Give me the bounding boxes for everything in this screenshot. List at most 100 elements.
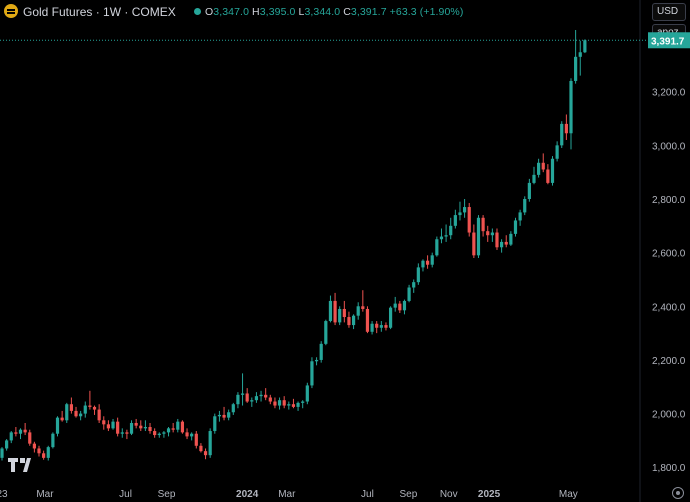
candle-body [273, 401, 277, 406]
candle-body [365, 308, 370, 332]
candle-body [194, 433, 198, 446]
x-tick-label: Jul [119, 489, 132, 500]
candle-body [55, 417, 60, 434]
candle-body [277, 400, 282, 406]
candle-body [9, 432, 13, 441]
candle-body [541, 162, 545, 170]
y-tick-label: 2,000.0 [652, 410, 686, 421]
candle-body [338, 308, 342, 323]
candle-body [500, 241, 504, 248]
candle-body [509, 233, 513, 245]
candle-body [296, 402, 300, 407]
candle-body [171, 428, 175, 430]
candle-body [88, 405, 92, 407]
candle-body [398, 303, 402, 311]
candle-body [203, 451, 208, 456]
candle-body [222, 414, 226, 418]
candle-body [356, 306, 360, 316]
candle-body [472, 232, 476, 256]
candle-body [5, 440, 9, 449]
candle-body [439, 236, 444, 240]
candle-body [14, 432, 18, 434]
candle-body [291, 404, 296, 407]
candle-body [560, 123, 564, 146]
candle-body [481, 217, 485, 232]
candle-body [305, 385, 309, 402]
candle-body [120, 432, 124, 434]
candle-body [504, 241, 508, 245]
candle-body [65, 404, 69, 421]
candle-body [217, 414, 222, 417]
settings-icon[interactable] [672, 487, 684, 499]
candle-body [458, 212, 462, 216]
x-tick-label: Sep [400, 489, 418, 500]
candle-body [351, 315, 356, 326]
candle-body [139, 425, 143, 429]
candle-body [287, 404, 291, 406]
candlestick-chart[interactable]: 1,800.0 2,000.0 2,200.0 2,400.0 2,600.0 2,800… [0, 0, 690, 502]
y-tick-label: 2,800.0 [652, 195, 686, 206]
candle-body [32, 443, 36, 449]
candle-body [476, 217, 481, 256]
candle-body [513, 220, 518, 234]
y-tick-label: 1,800.0 [652, 463, 686, 474]
candle-body [97, 409, 101, 421]
candle-body [430, 255, 434, 265]
x-tick-label: May [559, 489, 578, 500]
candle-body [125, 432, 129, 434]
x-tick-label: 2025 [478, 489, 501, 500]
candle-body [444, 235, 448, 237]
candle-body [569, 80, 573, 134]
tradingview-logo-icon[interactable] [8, 458, 34, 472]
candle-body [361, 306, 365, 309]
candle-body [490, 232, 494, 236]
candle-body [0, 448, 4, 458]
candle-body [157, 433, 161, 436]
candle-body [282, 400, 286, 406]
candle-body [153, 431, 157, 436]
candle-body [143, 427, 148, 429]
candle-body [259, 394, 263, 397]
x-tick-label: Nov [440, 489, 458, 500]
x-tick-label: Mar [36, 489, 54, 500]
candle-body [199, 445, 203, 452]
candle-body [375, 323, 379, 328]
candle-body [190, 433, 194, 437]
candle-body [421, 260, 425, 268]
candle-body [574, 56, 578, 81]
x-tick-label: Jul [361, 489, 374, 500]
candle-body [23, 429, 27, 433]
y-tick-label: 2,600.0 [652, 249, 686, 260]
candle-body [92, 406, 97, 410]
candle-body [486, 231, 490, 236]
candle-body [18, 429, 23, 434]
candle-body [324, 321, 328, 344]
candle-body [37, 448, 41, 454]
candle-body [416, 267, 420, 283]
candle-body [240, 393, 245, 395]
candle-body [134, 422, 138, 426]
candle-body [402, 300, 407, 311]
candle-body [518, 212, 522, 221]
candle-body [319, 343, 323, 360]
candle-body [546, 169, 550, 183]
candle-body [106, 424, 110, 429]
candle-body [180, 421, 185, 433]
candle-body [83, 405, 87, 414]
candle-body [102, 420, 106, 425]
candle-body [537, 162, 541, 175]
candle-body [425, 260, 430, 265]
candle-body [347, 317, 351, 326]
candle-body [116, 421, 120, 434]
candle-body [449, 225, 453, 236]
candle-body [393, 303, 397, 308]
candle-body [555, 145, 559, 159]
candle-body [467, 207, 471, 233]
y-tick-label: 2,400.0 [652, 302, 686, 313]
candle-body [185, 432, 189, 437]
candle-body [28, 432, 32, 444]
candle-body [370, 323, 374, 332]
y-tick-label: 3,200.0 [652, 88, 686, 99]
candle-body [176, 421, 180, 430]
candle-body [79, 413, 83, 417]
